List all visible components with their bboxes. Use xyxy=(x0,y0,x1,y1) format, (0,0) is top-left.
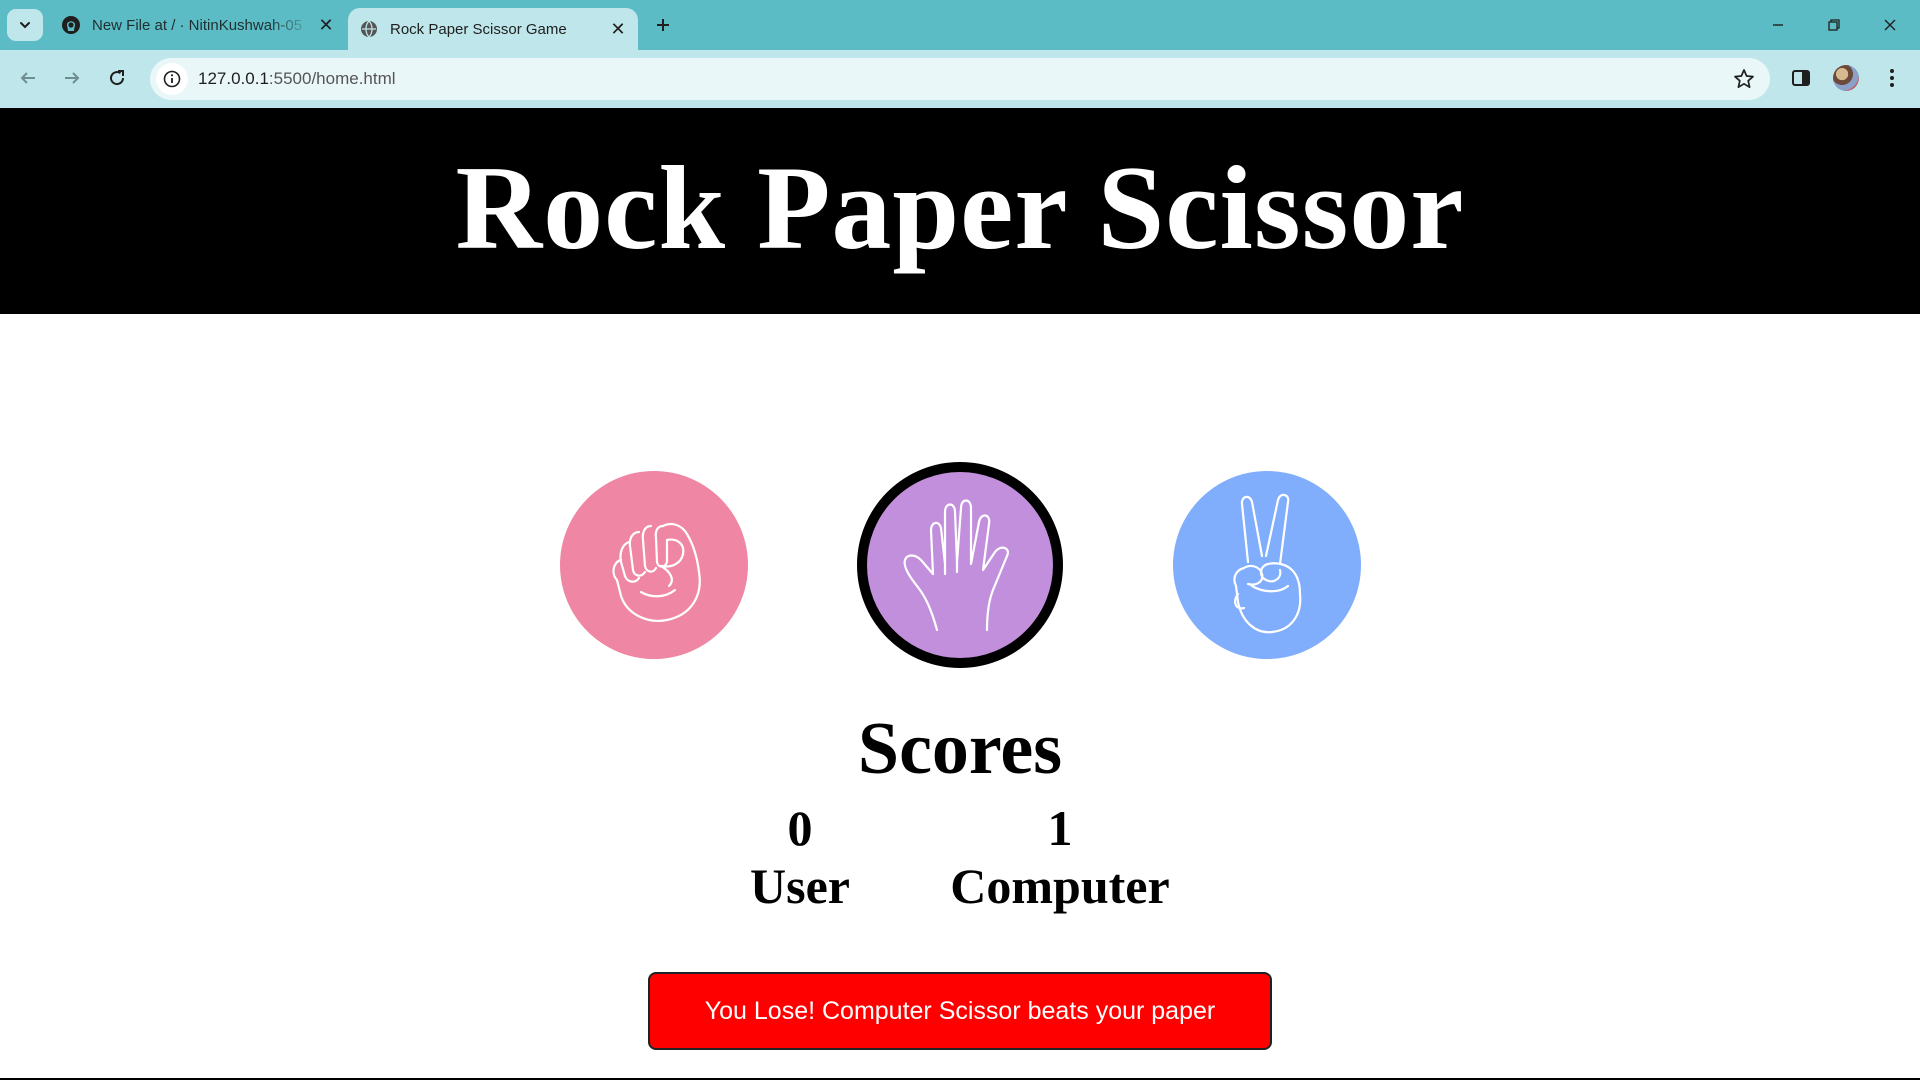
restore-button[interactable] xyxy=(1806,0,1862,50)
scores-heading: Scores xyxy=(857,708,1063,790)
reload-button[interactable] xyxy=(99,60,135,96)
chevron-down-icon xyxy=(20,22,30,29)
choices-row xyxy=(0,455,1920,668)
more-vertical-icon xyxy=(1890,69,1894,87)
arrow-left-icon xyxy=(20,72,35,84)
address-bar[interactable]: 127.0.0.1:5500/home.html xyxy=(150,58,1770,100)
tab-title: New File at / · NitinKushwah-05 xyxy=(92,16,303,34)
new-tab-button[interactable] xyxy=(650,12,676,38)
arrow-right-icon xyxy=(65,72,80,84)
paper-choice[interactable] xyxy=(857,462,1063,668)
computer-score-block: 1 Computer xyxy=(930,798,1190,914)
side-panel-button[interactable] xyxy=(1783,60,1819,96)
minimize-button[interactable] xyxy=(1750,0,1806,50)
minimize-icon xyxy=(1773,24,1783,26)
user-score: 0 xyxy=(787,800,813,856)
rock-choice[interactable] xyxy=(560,471,748,659)
tab-rock-paper-scissor[interactable]: Rock Paper Scissor Game ✕ xyxy=(348,8,638,50)
avatar xyxy=(1833,65,1859,91)
plus-icon xyxy=(657,19,669,31)
close-icon[interactable]: ✕ xyxy=(604,15,632,43)
back-button[interactable] xyxy=(10,60,46,96)
close-icon xyxy=(1884,19,1896,31)
browser-toolbar: 127.0.0.1:5500/home.html xyxy=(0,50,1920,108)
open-hand-icon xyxy=(903,499,1009,632)
page-title: Rock Paper Scissor xyxy=(455,141,1465,274)
peace-hand-icon xyxy=(1233,493,1302,634)
url-text: 127.0.0.1:5500/home.html xyxy=(198,69,396,89)
globe-icon xyxy=(358,18,380,40)
bookmark-star-icon[interactable] xyxy=(1732,67,1756,91)
computer-label: Computer xyxy=(950,858,1170,914)
header-banner: Rock Paper Scissor xyxy=(0,108,1920,314)
url-host: 127.0.0.1 xyxy=(198,69,269,88)
page-content: Rock Paper Scissor Scores 0 User 1 Compu… xyxy=(0,108,1920,1080)
reload-icon xyxy=(110,70,125,86)
restore-icon xyxy=(1828,19,1840,31)
tab-github[interactable]: New File at / · NitinKushwah-05 ✕ xyxy=(50,0,346,50)
computer-score: 1 xyxy=(1047,800,1073,856)
close-icon[interactable]: ✕ xyxy=(312,11,340,39)
side-panel-icon xyxy=(1792,70,1810,86)
github-icon xyxy=(60,14,82,36)
tab-search-button[interactable] xyxy=(7,9,43,41)
window-close-button[interactable] xyxy=(1862,0,1918,50)
user-label: User xyxy=(750,858,850,914)
user-score-block: 0 User xyxy=(700,798,900,914)
forward-button[interactable] xyxy=(54,60,90,96)
scissor-choice[interactable] xyxy=(1173,471,1361,659)
menu-button[interactable] xyxy=(1874,60,1910,96)
tab-title: Rock Paper Scissor Game xyxy=(390,20,567,38)
url-path: :5500/home.html xyxy=(268,69,396,88)
site-info-icon[interactable] xyxy=(156,63,188,95)
tab-strip: New File at / · NitinKushwah-05 ✕ Rock P… xyxy=(0,0,1920,50)
fist-icon xyxy=(612,523,701,622)
profile-button[interactable] xyxy=(1828,60,1864,96)
result-message: You Lose! Computer Scissor beats your pa… xyxy=(648,972,1272,1050)
